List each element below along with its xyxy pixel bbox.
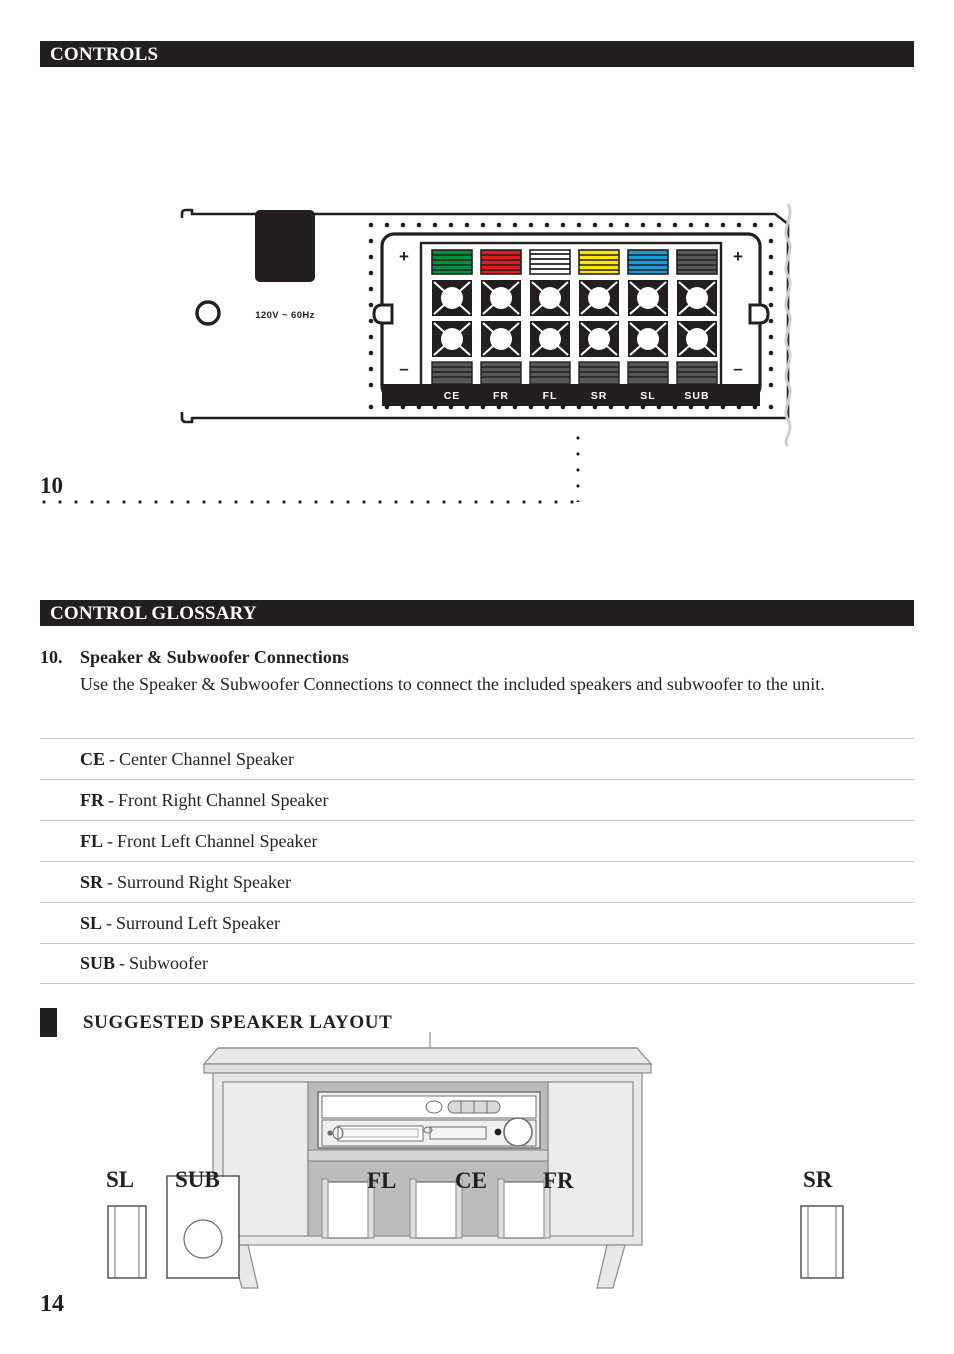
binding-post bbox=[432, 321, 472, 357]
ac-inlet-block bbox=[255, 210, 315, 282]
glossary-entry-title: Speaker & Subwoofer Connections bbox=[80, 647, 349, 667]
glossary-entry-description: Use the Speaker & Subwoofer Connections … bbox=[80, 674, 825, 695]
device-rear-panel-diagram: 120V ~ 60Hz + – + – CE FR FL SR SL SUB bbox=[170, 190, 830, 450]
speaker-label-ce: CE bbox=[455, 1168, 487, 1193]
polarity-plus-right: + bbox=[733, 247, 743, 266]
speaker-label-sub: SUB bbox=[175, 1167, 220, 1192]
polarity-plus-left: + bbox=[399, 247, 409, 266]
glossary-entry-heading: 10. Speaker & Subwoofer Connections bbox=[40, 645, 914, 669]
av-receiver bbox=[317, 1091, 541, 1149]
binding-post bbox=[628, 280, 668, 316]
speaker-label-fl: FL bbox=[367, 1168, 397, 1193]
glossary-text: Subwoofer bbox=[129, 953, 209, 973]
speaker-box-sl bbox=[107, 1205, 147, 1279]
binding-post bbox=[530, 321, 570, 357]
left-mount-tab bbox=[372, 303, 394, 325]
binding-post bbox=[530, 280, 570, 316]
binding-post bbox=[579, 321, 619, 357]
speaker-box-sr bbox=[800, 1205, 844, 1279]
glossary-dash: - bbox=[119, 953, 126, 973]
glossary-abbr: SL bbox=[80, 912, 103, 933]
glossary-text: Center Channel Speaker bbox=[119, 748, 294, 769]
stand-top-slab bbox=[202, 1047, 653, 1065]
terminal-label-fl: FL bbox=[543, 390, 558, 402]
stand-shelf bbox=[307, 1149, 549, 1162]
stand-top-edge bbox=[203, 1063, 652, 1074]
terminal-label-sl: SL bbox=[640, 390, 655, 402]
callout-leader-vertical bbox=[576, 430, 580, 502]
glossary-row-fr: FR - Front Right Channel Speaker bbox=[40, 779, 914, 820]
glossary-dash: - bbox=[107, 871, 114, 892]
controls-section-title: CONTROLS bbox=[50, 43, 159, 65]
binding-post bbox=[677, 280, 717, 316]
binding-post bbox=[677, 321, 717, 357]
stand-right-panel bbox=[547, 1081, 634, 1237]
glossary-dash: - bbox=[106, 912, 113, 933]
glossary-row-ce: CE - Center Channel Speaker bbox=[40, 738, 914, 779]
glossary-section-bar: CONTROL GLOSSARY bbox=[40, 600, 914, 626]
speaker-layout-diagram: SL SUB FL CE FR SR bbox=[90, 1030, 880, 1290]
glossary-abbr: FL bbox=[80, 830, 104, 851]
binding-post bbox=[579, 280, 619, 316]
glossary-text: Front Left Channel Speaker bbox=[117, 830, 318, 851]
glossary-dash: - bbox=[108, 789, 114, 810]
glossary-item-list: CE - Center Channel Speaker FR - Front R… bbox=[40, 738, 914, 984]
polarity-minus-left: – bbox=[399, 359, 408, 378]
terminal-label-sub: SUB bbox=[684, 390, 709, 402]
glossary-entry-number: 10. bbox=[40, 647, 63, 667]
stand-leg-right bbox=[596, 1244, 626, 1289]
binding-post bbox=[481, 321, 521, 357]
terminal-label-ce: CE bbox=[444, 390, 461, 402]
speaker-label-sl: SL bbox=[106, 1167, 135, 1192]
binding-post bbox=[432, 280, 472, 316]
glossary-abbr: CE bbox=[80, 748, 106, 769]
power-rating-label: 120V ~ 60Hz bbox=[255, 310, 315, 321]
binding-post bbox=[481, 280, 521, 316]
speaker-layout-svg bbox=[107, 1032, 844, 1289]
page-number: 14 bbox=[40, 1291, 64, 1317]
glossary-abbr: FR bbox=[80, 789, 104, 810]
square-bullet-icon bbox=[40, 1008, 57, 1037]
binding-post bbox=[628, 321, 668, 357]
callout-leader-horizontal bbox=[36, 500, 580, 504]
glossary-text: Front Right Channel Speaker bbox=[118, 789, 329, 810]
glossary-row-fl: FL - Front Left Channel Speaker bbox=[40, 820, 914, 861]
speaker-label-fr: FR bbox=[543, 1168, 574, 1193]
glossary-text: Surround Right Speaker bbox=[117, 871, 291, 892]
glossary-row-sl: SL - Surround Left Speaker bbox=[40, 902, 914, 943]
glossary-dash: - bbox=[107, 830, 114, 851]
glossary-row-sr: SR - Surround Right Speaker bbox=[40, 861, 914, 902]
terminal-label-fr: FR bbox=[493, 390, 509, 402]
right-mount-tab bbox=[748, 303, 770, 325]
polarity-minus-right: – bbox=[733, 359, 742, 378]
terminal-label-sr: SR bbox=[591, 390, 608, 402]
device-rear-panel-svg: 120V ~ 60Hz + – + – CE FR FL SR SL SUB bbox=[180, 203, 792, 448]
glossary-section-title: CONTROL GLOSSARY bbox=[50, 602, 257, 624]
glossary-text: Surround Left Speaker bbox=[116, 912, 280, 933]
glossary-row-sub: SUB - Subwoofer bbox=[40, 943, 914, 984]
controls-section-bar: CONTROLS bbox=[40, 41, 914, 67]
glossary-dash: - bbox=[109, 748, 116, 769]
glossary-abbr: SUB bbox=[80, 953, 116, 973]
glossary-entry: 10. Speaker & Subwoofer Connections Use … bbox=[40, 645, 914, 699]
speaker-label-sr: SR bbox=[803, 1167, 833, 1192]
glossary-abbr: SR bbox=[80, 871, 104, 892]
callout-number-10: 10 bbox=[40, 473, 63, 498]
